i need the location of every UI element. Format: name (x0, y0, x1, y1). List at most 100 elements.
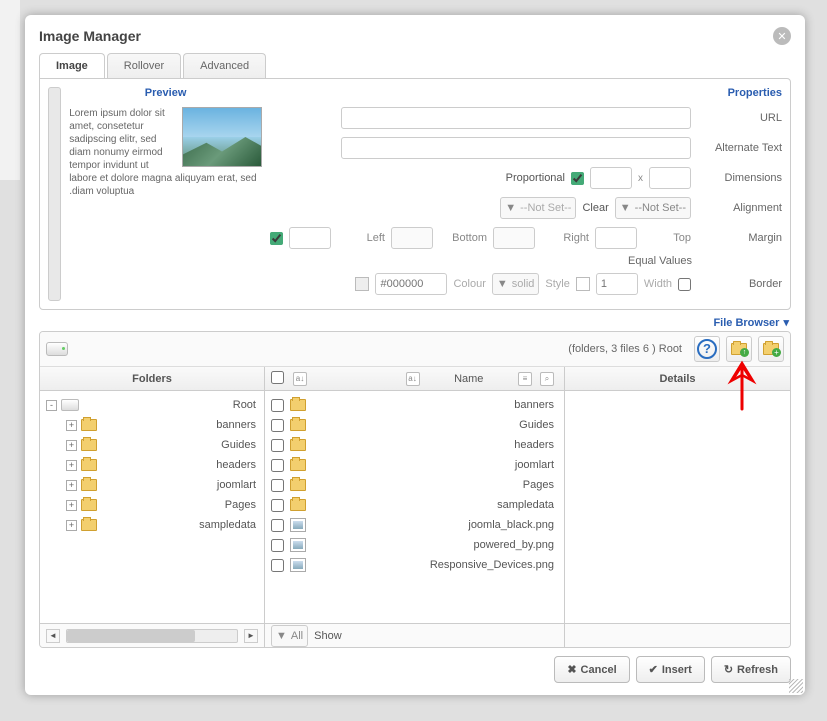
border-color-swatch[interactable] (355, 277, 369, 291)
file-select-checkbox[interactable] (271, 539, 284, 552)
preview-heading: Preview (65, 87, 266, 99)
expand-icon[interactable]: + (66, 420, 77, 431)
margin-right-input[interactable] (595, 227, 637, 249)
new-folder-button[interactable] (758, 336, 784, 362)
file-select-checkbox[interactable] (271, 439, 284, 452)
tab-rollover[interactable]: Rollover (107, 53, 181, 78)
tab-image[interactable]: Image (39, 53, 105, 78)
margin-left-label: Left (337, 232, 385, 244)
insert-button[interactable]: ✔Insert (636, 656, 705, 683)
expand-icon[interactable]: + (66, 440, 77, 451)
file-row[interactable]: banners (265, 395, 564, 415)
collapse-icon[interactable]: - (46, 400, 57, 411)
expand-icon[interactable]: + (66, 500, 77, 511)
file-select-checkbox[interactable] (271, 419, 284, 432)
margin-left-input (391, 227, 433, 249)
folder-icon (290, 479, 306, 491)
margin-bottom-input (493, 227, 535, 249)
file-browser: (folders, 3 files 6 ) Root ? Folders -Ro… (39, 331, 791, 648)
border-enable-checkbox[interactable] (678, 278, 691, 291)
file-label: sampledata (312, 499, 558, 511)
colour-label: Colour (453, 278, 485, 290)
tree-row[interactable]: +Guides (40, 435, 264, 455)
alt-text-input[interactable] (341, 137, 691, 159)
dimensions-label: Dimensions (697, 172, 782, 184)
margin-top-input[interactable] (289, 227, 331, 249)
border-width-input[interactable] (596, 273, 638, 295)
expand-icon[interactable]: + (66, 480, 77, 491)
scroll-left-button[interactable]: ◄ (46, 629, 60, 643)
tree-label: banners (101, 419, 258, 431)
width-input[interactable] (590, 167, 632, 189)
tab-advanced[interactable]: Advanced (183, 53, 266, 78)
file-browser-heading[interactable]: File Browser (39, 316, 789, 329)
margin-top-label: Top (643, 232, 691, 244)
close-icon[interactable]: ✕ (773, 27, 791, 45)
scroll-right-button[interactable]: ► (244, 629, 258, 643)
file-select-checkbox[interactable] (271, 399, 284, 412)
search-icon[interactable]: ⌕ (540, 372, 554, 386)
border-label: Border (697, 278, 782, 290)
proportional-checkbox[interactable] (571, 172, 584, 185)
expand-icon[interactable]: + (66, 520, 77, 531)
select-all-checkbox[interactable] (271, 371, 284, 384)
view-list-icon[interactable]: ≡ (518, 372, 532, 386)
upload-icon (731, 343, 747, 355)
file-label: Guides (312, 419, 558, 431)
tree-row[interactable]: +Pages (40, 495, 264, 515)
expand-icon[interactable]: + (66, 460, 77, 471)
folder-icon (81, 519, 97, 531)
file-row[interactable]: powered_by.png (265, 535, 564, 555)
file-select-checkbox[interactable] (271, 519, 284, 532)
align-select[interactable]: ▼--Not Set-- (500, 197, 576, 219)
border-color-input[interactable] (375, 273, 447, 295)
refresh-button[interactable]: ↻Refresh (711, 656, 791, 683)
folder-icon (290, 499, 306, 511)
height-input[interactable] (649, 167, 691, 189)
file-label: Pages (312, 479, 558, 491)
image-panel: Preview Lorem ipsum dolor sit amet, cons… (39, 78, 791, 310)
folder-icon (290, 459, 306, 471)
border-style-select[interactable]: ▼solid (492, 273, 540, 295)
folder-add-icon (763, 343, 779, 355)
panel-scrollbar[interactable] (48, 87, 61, 301)
file-select-checkbox[interactable] (271, 479, 284, 492)
tree-label: sampledata (101, 519, 258, 531)
file-select-checkbox[interactable] (271, 459, 284, 472)
preview-thumbnail (182, 107, 262, 167)
folders-hscrollbar[interactable] (66, 629, 238, 643)
file-select-checkbox[interactable] (271, 499, 284, 512)
breadcrumb: (folders, 3 files 6 ) Root (74, 343, 688, 355)
file-row[interactable]: joomla_black.png (265, 515, 564, 535)
tree-row[interactable]: + sampledata (40, 515, 264, 535)
clear-select[interactable]: ▼--Not Set-- (615, 197, 691, 219)
tree-row[interactable]: +headers (40, 455, 264, 475)
file-row[interactable]: Guides (265, 415, 564, 435)
file-label: banners (312, 399, 558, 411)
upload-button[interactable] (726, 336, 752, 362)
folder-icon (290, 439, 306, 451)
resize-grip-icon[interactable] (789, 679, 803, 693)
sort-name-icon[interactable]: a↓ (406, 372, 420, 386)
file-row[interactable]: sampledata (265, 495, 564, 515)
folder-icon (81, 499, 97, 511)
file-row[interactable]: headers (265, 435, 564, 455)
dimension-separator: x (638, 173, 643, 184)
clear-label: Clear (582, 202, 608, 214)
file-row[interactable]: Pages (265, 475, 564, 495)
tree-row[interactable]: + banners (40, 415, 264, 435)
file-row[interactable]: Responsive_Devices.png (265, 555, 564, 575)
cancel-button[interactable]: ✖Cancel (554, 656, 629, 683)
margin-label: Margin (697, 232, 782, 244)
file-select-checkbox[interactable] (271, 559, 284, 572)
folder-icon (81, 479, 97, 491)
margin-equal-checkbox[interactable] (270, 232, 283, 245)
file-label: joomla_black.png (312, 519, 558, 531)
tree-row[interactable]: -Root (40, 395, 264, 415)
sort-ext-icon[interactable]: a↓ (293, 372, 307, 386)
tree-row[interactable]: +joomlart (40, 475, 264, 495)
file-row[interactable]: joomlart (265, 455, 564, 475)
page-size-select[interactable]: ▼All (271, 625, 308, 647)
help-button[interactable]: ? (694, 336, 720, 362)
url-input[interactable] (341, 107, 691, 129)
